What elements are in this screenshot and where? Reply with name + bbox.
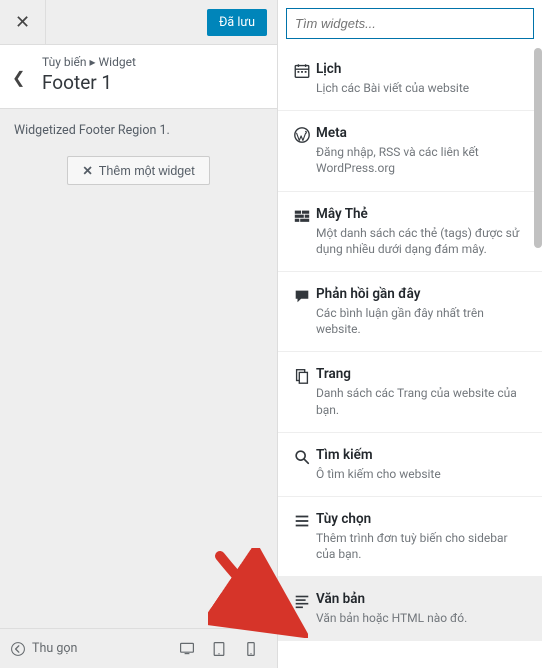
widget-item[interactable]: Lịch Lịch các Bài viết của website xyxy=(278,47,542,111)
add-widget-button[interactable]: ✕ Thêm một widget xyxy=(67,156,209,185)
app-root: ✕ Đã lưu ❮ Tùy biến ▸ Widget Footer 1 Wi… xyxy=(0,0,542,668)
tablet-icon[interactable] xyxy=(211,641,227,657)
add-widget-label: Thêm một widget xyxy=(99,164,195,178)
widget-desc: Một danh sách các thẻ (tags) được sử dụn… xyxy=(316,225,526,257)
section-titles: Tùy biến ▸ Widget Footer 1 xyxy=(36,55,265,94)
add-widget-row: ✕ Thêm một widget xyxy=(0,138,277,185)
save-status-area: Đã lưu xyxy=(46,0,277,44)
widget-item[interactable]: Phản hồi gần đây Các bình luận gần đây nh… xyxy=(278,272,542,352)
chat-icon xyxy=(288,286,316,337)
search-wrap xyxy=(278,0,542,47)
back-button[interactable]: ❮ xyxy=(12,62,36,87)
pages-icon xyxy=(288,366,316,417)
widget-item[interactable]: Meta Đăng nhập, RSS và các liên kết WordP… xyxy=(278,111,542,191)
region-description: Widgetized Footer Region 1. xyxy=(0,109,277,138)
chevron-left-icon: ❮ xyxy=(12,68,25,87)
widget-desc: Văn bản hoặc HTML nào đó. xyxy=(316,610,526,626)
widget-item[interactable]: Tùy chọn Thêm trình đơn tuỳ biến cho side… xyxy=(278,497,542,577)
widget-desc: Đăng nhập, RSS và các liên kết WordPress… xyxy=(316,144,526,176)
widget-desc: Ô tìm kiếm cho website xyxy=(316,466,526,482)
widget-title: Mây Thẻ xyxy=(316,206,526,222)
search-input[interactable] xyxy=(286,8,534,39)
widget-title: Trang xyxy=(316,366,526,382)
widget-title: Tùy chọn xyxy=(316,511,526,527)
widget-text: Trang Danh sách các Trang của website của… xyxy=(316,366,532,417)
widget-title: Lịch xyxy=(316,61,526,77)
widget-item[interactable]: Tìm kiếm Ô tìm kiếm cho website xyxy=(278,433,542,497)
close-icon: ✕ xyxy=(82,163,92,178)
chevron-left-circle-icon xyxy=(10,641,26,657)
widget-text: Văn bản Văn bản hoặc HTML nào đó. xyxy=(316,591,532,626)
widget-text: Mây Thẻ Một danh sách các thẻ (tags) được… xyxy=(316,206,532,257)
wordpress-icon xyxy=(288,125,316,176)
widget-desc: Thêm trình đơn tuỳ biến cho sidebar của … xyxy=(316,530,526,562)
widget-title: Văn bản xyxy=(316,591,526,607)
widget-text: Tìm kiếm Ô tìm kiếm cho website xyxy=(316,447,532,482)
search-icon xyxy=(288,447,316,482)
widget-title: Phản hồi gần đây xyxy=(316,286,526,302)
desktop-icon[interactable] xyxy=(179,641,195,657)
widget-item[interactable]: Văn bản Văn bản hoặc HTML nào đó. xyxy=(278,577,542,641)
widget-text: Lịch Lịch các Bài viết của website xyxy=(316,61,532,96)
collapse-label: Thu gọn xyxy=(32,641,77,656)
widget-item[interactable]: Mây Thẻ Một danh sách các thẻ (tags) được… xyxy=(278,192,542,272)
widget-picker-panel: Lịch Lịch các Bài viết của website Meta Đăn… xyxy=(277,0,542,668)
section-header: ❮ Tùy biến ▸ Widget Footer 1 xyxy=(0,45,277,109)
calendar-icon xyxy=(288,61,316,96)
device-preview-group xyxy=(179,641,259,657)
widget-desc: Danh sách các Trang của website của bạn. xyxy=(316,385,526,417)
widget-desc: Các bình luận gần đây nhất trên website. xyxy=(316,305,526,337)
menu-icon xyxy=(288,511,316,562)
topbar: ✕ Đã lưu xyxy=(0,0,277,45)
widget-item[interactable]: Trang Danh sách các Trang của website của… xyxy=(278,352,542,432)
widget-text: Phản hồi gần đây Các bình luận gần đây nh… xyxy=(316,286,532,337)
widget-text: Meta Đăng nhập, RSS và các liên kết WordP… xyxy=(316,125,532,176)
widget-text: Tùy chọn Thêm trình đơn tuỳ biến cho side… xyxy=(316,511,532,562)
customizer-panel: ✕ Đã lưu ❮ Tùy biến ▸ Widget Footer 1 Wi… xyxy=(0,0,277,668)
scrollbar-thumb[interactable] xyxy=(534,48,542,248)
saved-pill[interactable]: Đã lưu xyxy=(207,9,267,36)
widget-title: Tìm kiếm xyxy=(316,447,526,463)
breadcrumb-leaf: Widget xyxy=(99,55,136,69)
close-icon: ✕ xyxy=(15,12,30,33)
footer-bar: Thu gọn xyxy=(0,628,277,668)
breadcrumb-sep: ▸ xyxy=(90,55,96,69)
collapse-button[interactable]: Thu gọn xyxy=(10,641,77,657)
bricks-icon xyxy=(288,206,316,257)
close-button[interactable]: ✕ xyxy=(0,0,46,44)
text-icon xyxy=(288,591,316,626)
widget-desc: Lịch các Bài viết của website xyxy=(316,80,526,96)
widget-title: Meta xyxy=(316,125,526,141)
breadcrumb: Tùy biến ▸ Widget xyxy=(42,55,265,69)
mobile-icon[interactable] xyxy=(243,641,259,657)
widget-list[interactable]: Lịch Lịch các Bài viết của website Meta Đăn… xyxy=(278,47,542,668)
breadcrumb-root: Tùy biến xyxy=(42,55,87,69)
page-title: Footer 1 xyxy=(42,71,265,94)
